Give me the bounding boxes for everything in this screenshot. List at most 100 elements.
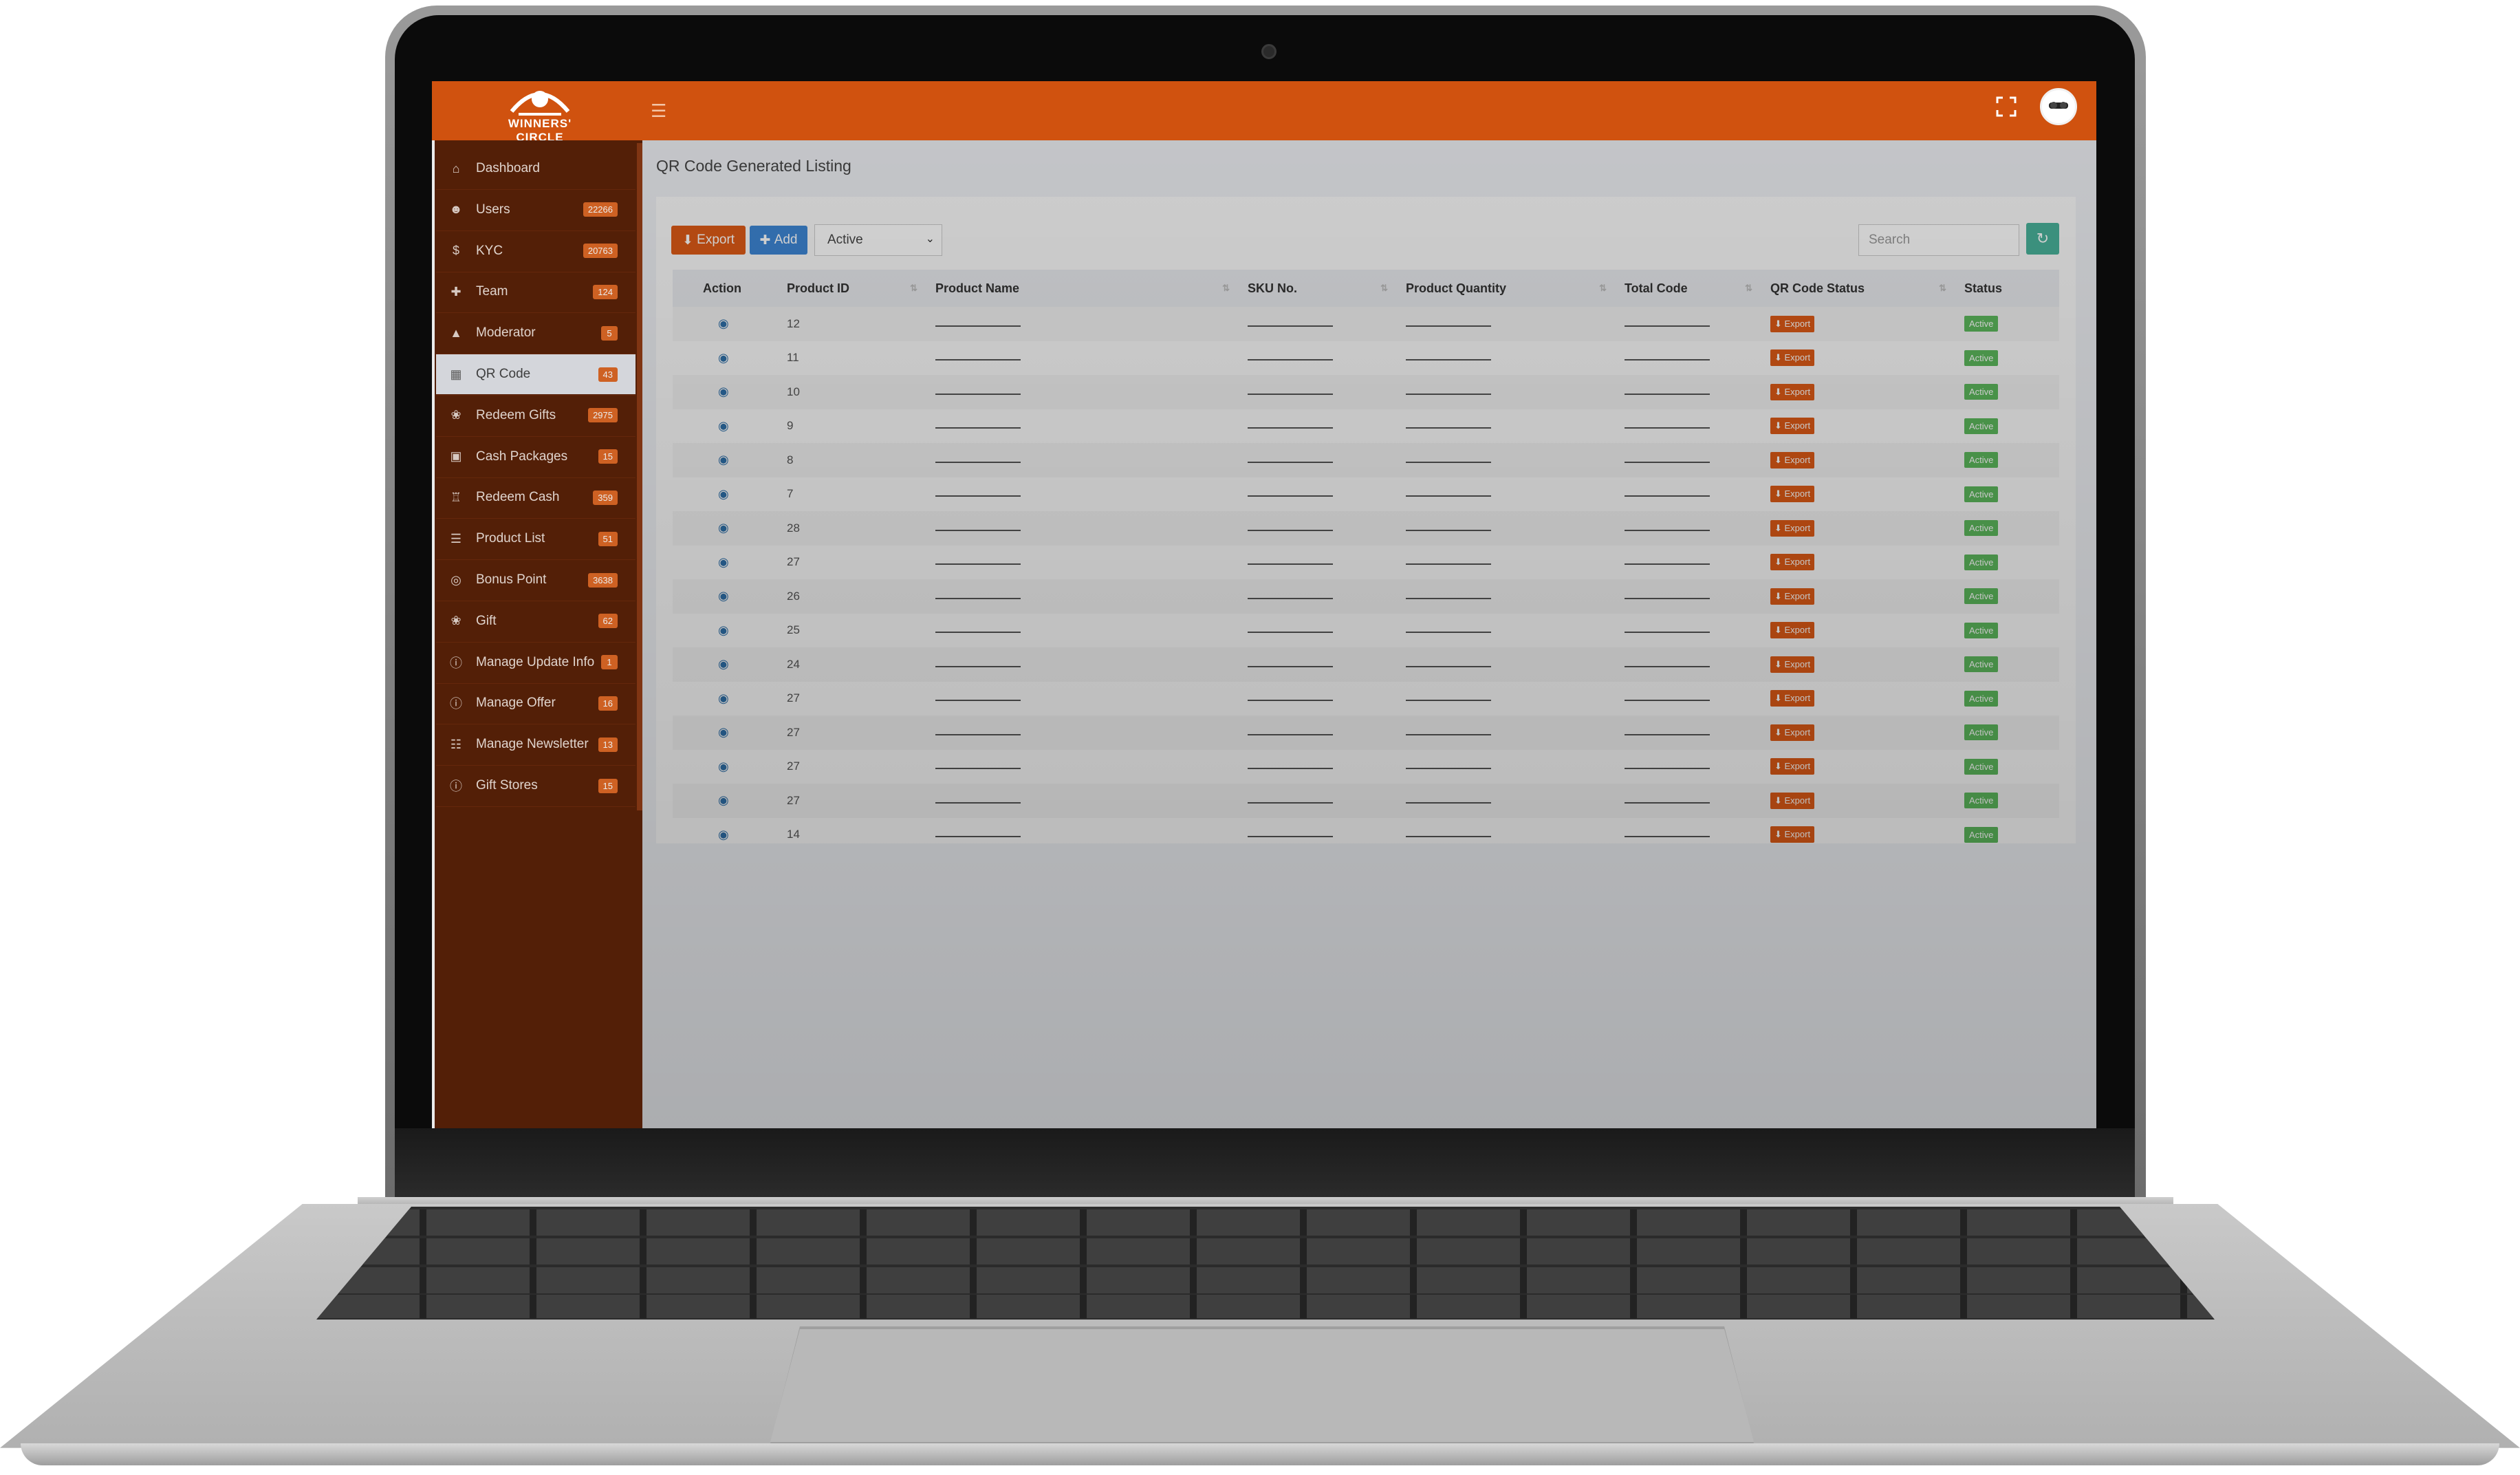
sidebar-item-gift-stores[interactable]: ⓘ Gift Stores 15: [436, 766, 636, 806]
qr-export-button[interactable]: ⬇ Export: [1770, 383, 1815, 400]
brand-logo[interactable]: WINNERS' CIRCLE: [498, 84, 582, 144]
sidebar-item-product-list[interactable]: ☰ Product List 51: [436, 519, 636, 559]
status-badge[interactable]: Active: [1964, 316, 1999, 332]
redacted-value: [1625, 495, 1710, 497]
sidebar-item-redeem-gifts[interactable]: ❀ Redeem Gifts 2975: [436, 396, 636, 435]
view-icon[interactable]: ◉: [718, 385, 729, 399]
qr-export-button[interactable]: ⬇ Export: [1770, 724, 1815, 741]
status-badge[interactable]: Active: [1964, 349, 1999, 366]
qr-export-button[interactable]: ⬇ Export: [1770, 588, 1815, 605]
sidebar-scrollbar[interactable]: [637, 143, 642, 810]
sidebar-item-bonus-point[interactable]: ◎ Bonus Point 3638: [436, 560, 636, 600]
qr-export-button[interactable]: ⬇ Export: [1770, 690, 1815, 707]
view-icon[interactable]: ◉: [718, 419, 729, 433]
qr-export-button[interactable]: ⬇ Export: [1770, 758, 1815, 775]
gift-icon: ❀: [450, 408, 461, 422]
column-header-status[interactable]: Status: [1953, 270, 2059, 307]
qr-export-button[interactable]: ⬇ Export: [1770, 418, 1815, 435]
action-cell: ◉: [673, 784, 776, 818]
status-badge[interactable]: Active: [1964, 724, 1999, 741]
sidebar-item-dashboard[interactable]: ⌂ Dashboard: [436, 149, 636, 189]
sort-icon[interactable]: ⇅: [910, 283, 917, 294]
status-badge[interactable]: Active: [1964, 793, 1999, 809]
sidebar-item-cash-packages[interactable]: ▣ Cash Packages 15: [436, 437, 636, 477]
search-input[interactable]: Search: [1858, 224, 2019, 256]
sort-icon[interactable]: ⇅: [1599, 283, 1607, 294]
status-badge[interactable]: Active: [1964, 452, 1999, 469]
view-icon[interactable]: ◉: [718, 589, 729, 603]
column-header-product-id[interactable]: Product ID ⇅: [776, 270, 924, 307]
sort-icon[interactable]: ⇅: [1939, 283, 1946, 294]
view-icon[interactable]: ◉: [718, 316, 729, 331]
column-header-total-code[interactable]: Total Code ⇅: [1614, 270, 1759, 307]
expand-icon[interactable]: [1995, 95, 2018, 118]
status-badge[interactable]: Active: [1964, 826, 1999, 843]
qr-export-button[interactable]: ⬇ Export: [1770, 519, 1815, 537]
view-icon[interactable]: ◉: [718, 793, 729, 808]
view-icon[interactable]: ◉: [718, 555, 729, 570]
status-badge[interactable]: Active: [1964, 418, 1999, 434]
status-filter-select[interactable]: Active ⌄: [814, 224, 942, 256]
hamburger-icon[interactable]: ☰: [651, 100, 666, 122]
status-badge[interactable]: Active: [1964, 758, 1999, 775]
view-icon[interactable]: ◉: [718, 725, 729, 740]
view-icon[interactable]: ◉: [718, 623, 729, 638]
sidebar-item-label: QR Code: [476, 367, 531, 381]
status-badge[interactable]: Active: [1964, 554, 1999, 570]
sidebar-item-team[interactable]: ✚ Team 124: [436, 272, 636, 312]
status-badge[interactable]: Active: [1964, 520, 1999, 537]
refresh-button[interactable]: ↻: [2026, 223, 2059, 255]
qr-export-button[interactable]: ⬇ Export: [1770, 451, 1815, 469]
status-badge[interactable]: Active: [1964, 690, 1999, 707]
redacted-value: [935, 563, 1021, 566]
export-button[interactable]: ⬇ Export: [671, 226, 746, 255]
sidebar-item-kyc[interactable]: $ KYC 20763: [436, 231, 636, 271]
view-icon[interactable]: ◉: [718, 453, 729, 467]
view-icon[interactable]: ◉: [718, 657, 729, 671]
status-badge[interactable]: Active: [1964, 384, 1999, 400]
status-badge[interactable]: Active: [1964, 588, 1999, 605]
status-badge[interactable]: Active: [1964, 656, 1999, 673]
sort-icon[interactable]: ⇅: [1380, 283, 1388, 294]
avatar[interactable]: [2040, 88, 2077, 125]
add-button[interactable]: ✚ Add: [750, 226, 807, 255]
sort-icon[interactable]: ⇅: [1222, 283, 1230, 294]
sidebar-item-manage-update-info[interactable]: ⓘ Manage Update Info 1: [436, 643, 636, 682]
redacted-value: [1248, 632, 1333, 634]
sort-icon[interactable]: ⇅: [1745, 283, 1752, 294]
redacted-value: [935, 393, 1021, 395]
qr-export-button[interactable]: ⬇ Export: [1770, 554, 1815, 571]
column-header-sku-no-[interactable]: SKU No. ⇅: [1237, 270, 1395, 307]
redacted-value: [1625, 325, 1710, 327]
view-icon[interactable]: ◉: [718, 521, 729, 535]
sidebar-item-manage-offer[interactable]: ⓘ Manage Offer 16: [436, 683, 636, 723]
sidebar-item-gift[interactable]: ❀ Gift 62: [436, 601, 636, 641]
sidebar-item-users[interactable]: ☻ Users 22266: [436, 190, 636, 230]
product-id: 27: [787, 725, 800, 739]
view-icon[interactable]: ◉: [718, 760, 729, 774]
qr-export-button[interactable]: ⬇ Export: [1770, 315, 1815, 332]
redacted-value: [1248, 597, 1333, 599]
sidebar-item-moderator[interactable]: ▲ Moderator 5: [436, 313, 636, 353]
sidebar-item-redeem-cash[interactable]: ♖ Redeem Cash 359: [436, 477, 636, 517]
view-icon[interactable]: ◉: [718, 351, 729, 365]
qr-export-button[interactable]: ⬇ Export: [1770, 486, 1815, 503]
qr-export-button[interactable]: ⬇ Export: [1770, 656, 1815, 673]
sidebar-item-qr-code[interactable]: ▦ QR Code 43: [436, 354, 636, 394]
view-icon[interactable]: ◉: [718, 828, 729, 842]
sidebar-item-manage-newsletter[interactable]: ☷ Manage Newsletter 13: [436, 724, 636, 764]
column-header-qr-code-status[interactable]: QR Code Status ⇅: [1759, 270, 1953, 307]
redacted-cell: [1395, 614, 1614, 648]
status-badge[interactable]: Active: [1964, 622, 1999, 638]
qr-export-button[interactable]: ⬇ Export: [1770, 622, 1815, 639]
status-badge[interactable]: Active: [1964, 486, 1999, 502]
column-header-product-quantity[interactable]: Product Quantity ⇅: [1395, 270, 1614, 307]
column-header-action[interactable]: Action: [673, 270, 776, 307]
qr-export-button[interactable]: ⬇ Export: [1770, 826, 1815, 843]
view-icon[interactable]: ◉: [718, 487, 729, 502]
qr-export-button[interactable]: ⬇ Export: [1770, 792, 1815, 809]
view-icon[interactable]: ◉: [718, 691, 729, 706]
redacted-value: [1406, 700, 1491, 702]
qr-export-button[interactable]: ⬇ Export: [1770, 349, 1815, 367]
column-header-product-name[interactable]: Product Name ⇅: [924, 270, 1237, 307]
